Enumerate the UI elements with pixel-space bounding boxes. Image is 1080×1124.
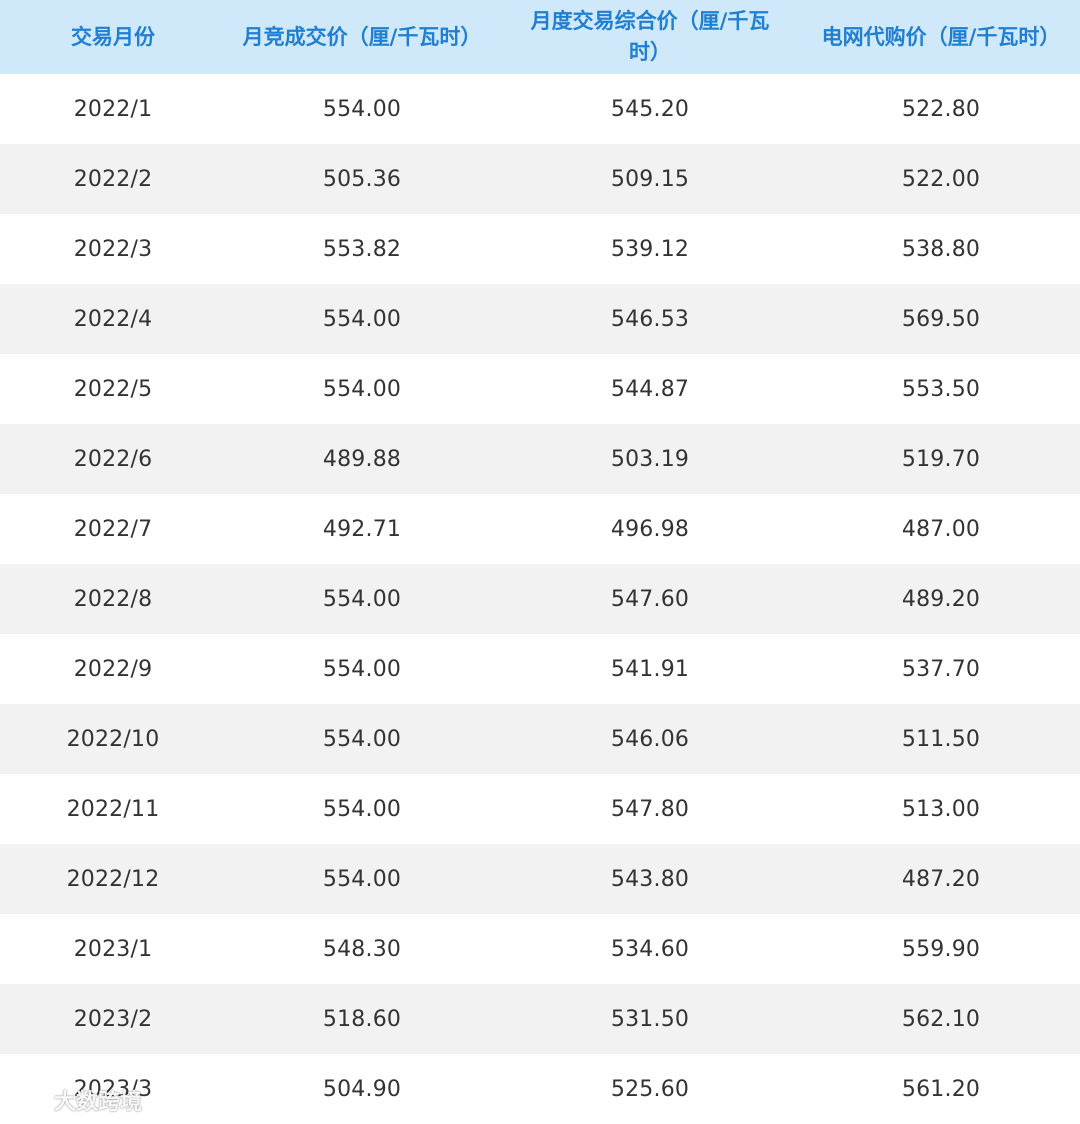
cell-monthly-composite-price: 525.60 <box>610 1076 690 1102</box>
cell-monthly-composite-price: 545.20 <box>610 96 690 122</box>
cell-monthly-bid-price: 554.00 <box>322 586 402 612</box>
cell-month: 2022/9 <box>73 656 153 682</box>
cell-monthly-composite-price: 509.15 <box>610 166 690 192</box>
cell-grid-agency-price: 538.80 <box>901 236 981 262</box>
table-row: 2022/1 554.00 545.20 522.80 <box>0 74 1080 144</box>
cell-monthly-composite-price: 541.91 <box>610 656 690 682</box>
cell-monthly-composite-price: 546.06 <box>610 726 690 752</box>
cell-monthly-bid-price: 548.30 <box>322 936 402 962</box>
header-grid-agency-price: 电网代购价（厘/千瓦时） <box>821 24 1061 49</box>
table-row: 2022/5 554.00 544.87 553.50 <box>0 354 1080 424</box>
cell-month: 2022/7 <box>73 516 153 542</box>
cell-grid-agency-price: 511.50 <box>901 726 981 752</box>
cell-month: 2022/8 <box>73 586 153 612</box>
cell-grid-agency-price: 562.10 <box>901 1006 981 1032</box>
table-row: 2022/11 554.00 547.80 513.00 <box>0 774 1080 844</box>
cell-month: 2023/2 <box>73 1006 153 1032</box>
cell-grid-agency-price: 519.70 <box>901 446 981 472</box>
cell-monthly-composite-price: 546.53 <box>610 306 690 332</box>
cell-grid-agency-price: 561.20 <box>901 1076 981 1102</box>
table-row: 2022/2 505.36 509.15 522.00 <box>0 144 1080 214</box>
cell-grid-agency-price: 487.20 <box>901 866 981 892</box>
cell-month: 2022/3 <box>73 236 153 262</box>
cell-monthly-bid-price: 554.00 <box>322 726 402 752</box>
cell-month: 2022/10 <box>66 726 160 752</box>
cell-monthly-composite-price: 547.80 <box>610 796 690 822</box>
cell-grid-agency-price: 522.00 <box>901 166 981 192</box>
cell-monthly-composite-price: 543.80 <box>610 866 690 892</box>
table-row: 2022/12 554.00 543.80 487.20 <box>0 844 1080 914</box>
table-row: 2022/7 492.71 496.98 487.00 <box>0 494 1080 564</box>
cell-month: 2022/12 <box>66 866 160 892</box>
cell-month: 2022/6 <box>73 446 153 472</box>
cell-month: 2022/4 <box>73 306 153 332</box>
cell-month: 2023/3 <box>73 1076 153 1102</box>
header-monthly-bid-price: 月竞成交价（厘/千瓦时） <box>242 24 482 49</box>
cell-monthly-bid-price: 554.00 <box>322 866 402 892</box>
cell-month: 2022/11 <box>66 796 160 822</box>
table-row: 2022/8 554.00 547.60 489.20 <box>0 564 1080 634</box>
cell-grid-agency-price: 559.90 <box>901 936 981 962</box>
cell-monthly-composite-price: 503.19 <box>610 446 690 472</box>
cell-monthly-composite-price: 547.60 <box>610 586 690 612</box>
cell-grid-agency-price: 569.50 <box>901 306 981 332</box>
cell-monthly-bid-price: 554.00 <box>322 306 402 332</box>
cell-month: 2022/2 <box>73 166 153 192</box>
cell-month: 2022/1 <box>73 96 153 122</box>
table-row: 2022/10 554.00 546.06 511.50 <box>0 704 1080 774</box>
table-row: 2022/4 554.00 546.53 569.50 <box>0 284 1080 354</box>
table-row: 2023/2 518.60 531.50 562.10 <box>0 984 1080 1054</box>
cell-monthly-composite-price: 496.98 <box>610 516 690 542</box>
cell-monthly-composite-price: 539.12 <box>610 236 690 262</box>
cell-monthly-bid-price: 505.36 <box>322 166 402 192</box>
cell-monthly-composite-price: 531.50 <box>610 1006 690 1032</box>
cell-monthly-composite-price: 544.87 <box>610 376 690 402</box>
cell-grid-agency-price: 537.70 <box>901 656 981 682</box>
cell-monthly-bid-price: 518.60 <box>322 1006 402 1032</box>
cell-grid-agency-price: 513.00 <box>901 796 981 822</box>
table-row: 2022/3 553.82 539.12 538.80 <box>0 214 1080 284</box>
cell-monthly-bid-price: 489.88 <box>322 446 402 472</box>
cell-monthly-bid-price: 492.71 <box>322 516 402 542</box>
table-row: 2023/1 548.30 534.60 559.90 <box>0 914 1080 984</box>
cell-monthly-bid-price: 554.00 <box>322 96 402 122</box>
cell-monthly-bid-price: 554.00 <box>322 796 402 822</box>
cell-grid-agency-price: 489.20 <box>901 586 981 612</box>
table-header: 交易月份 月竞成交价（厘/千瓦时） 月度交易综合价（厘/千瓦时） 电网代购价（厘… <box>0 0 1080 74</box>
table-row: 2023/3 504.90 525.60 561.20 <box>0 1054 1080 1124</box>
cell-month: 2023/1 <box>73 936 153 962</box>
cell-month: 2022/5 <box>73 376 153 402</box>
cell-monthly-bid-price: 504.90 <box>322 1076 402 1102</box>
cell-monthly-bid-price: 553.82 <box>322 236 402 262</box>
price-table: 交易月份 月竞成交价（厘/千瓦时） 月度交易综合价（厘/千瓦时） 电网代购价（厘… <box>0 0 1080 1124</box>
cell-monthly-bid-price: 554.00 <box>322 376 402 402</box>
header-month: 交易月份 <box>71 24 155 49</box>
cell-grid-agency-price: 487.00 <box>901 516 981 542</box>
cell-grid-agency-price: 553.50 <box>901 376 981 402</box>
cell-grid-agency-price: 522.80 <box>901 96 981 122</box>
table-row: 2022/6 489.88 503.19 519.70 <box>0 424 1080 494</box>
cell-monthly-bid-price: 554.00 <box>322 656 402 682</box>
table-row: 2022/9 554.00 541.91 537.70 <box>0 634 1080 704</box>
header-monthly-composite-price: 月度交易综合价（厘/千瓦时） <box>530 9 770 64</box>
cell-monthly-composite-price: 534.60 <box>610 936 690 962</box>
